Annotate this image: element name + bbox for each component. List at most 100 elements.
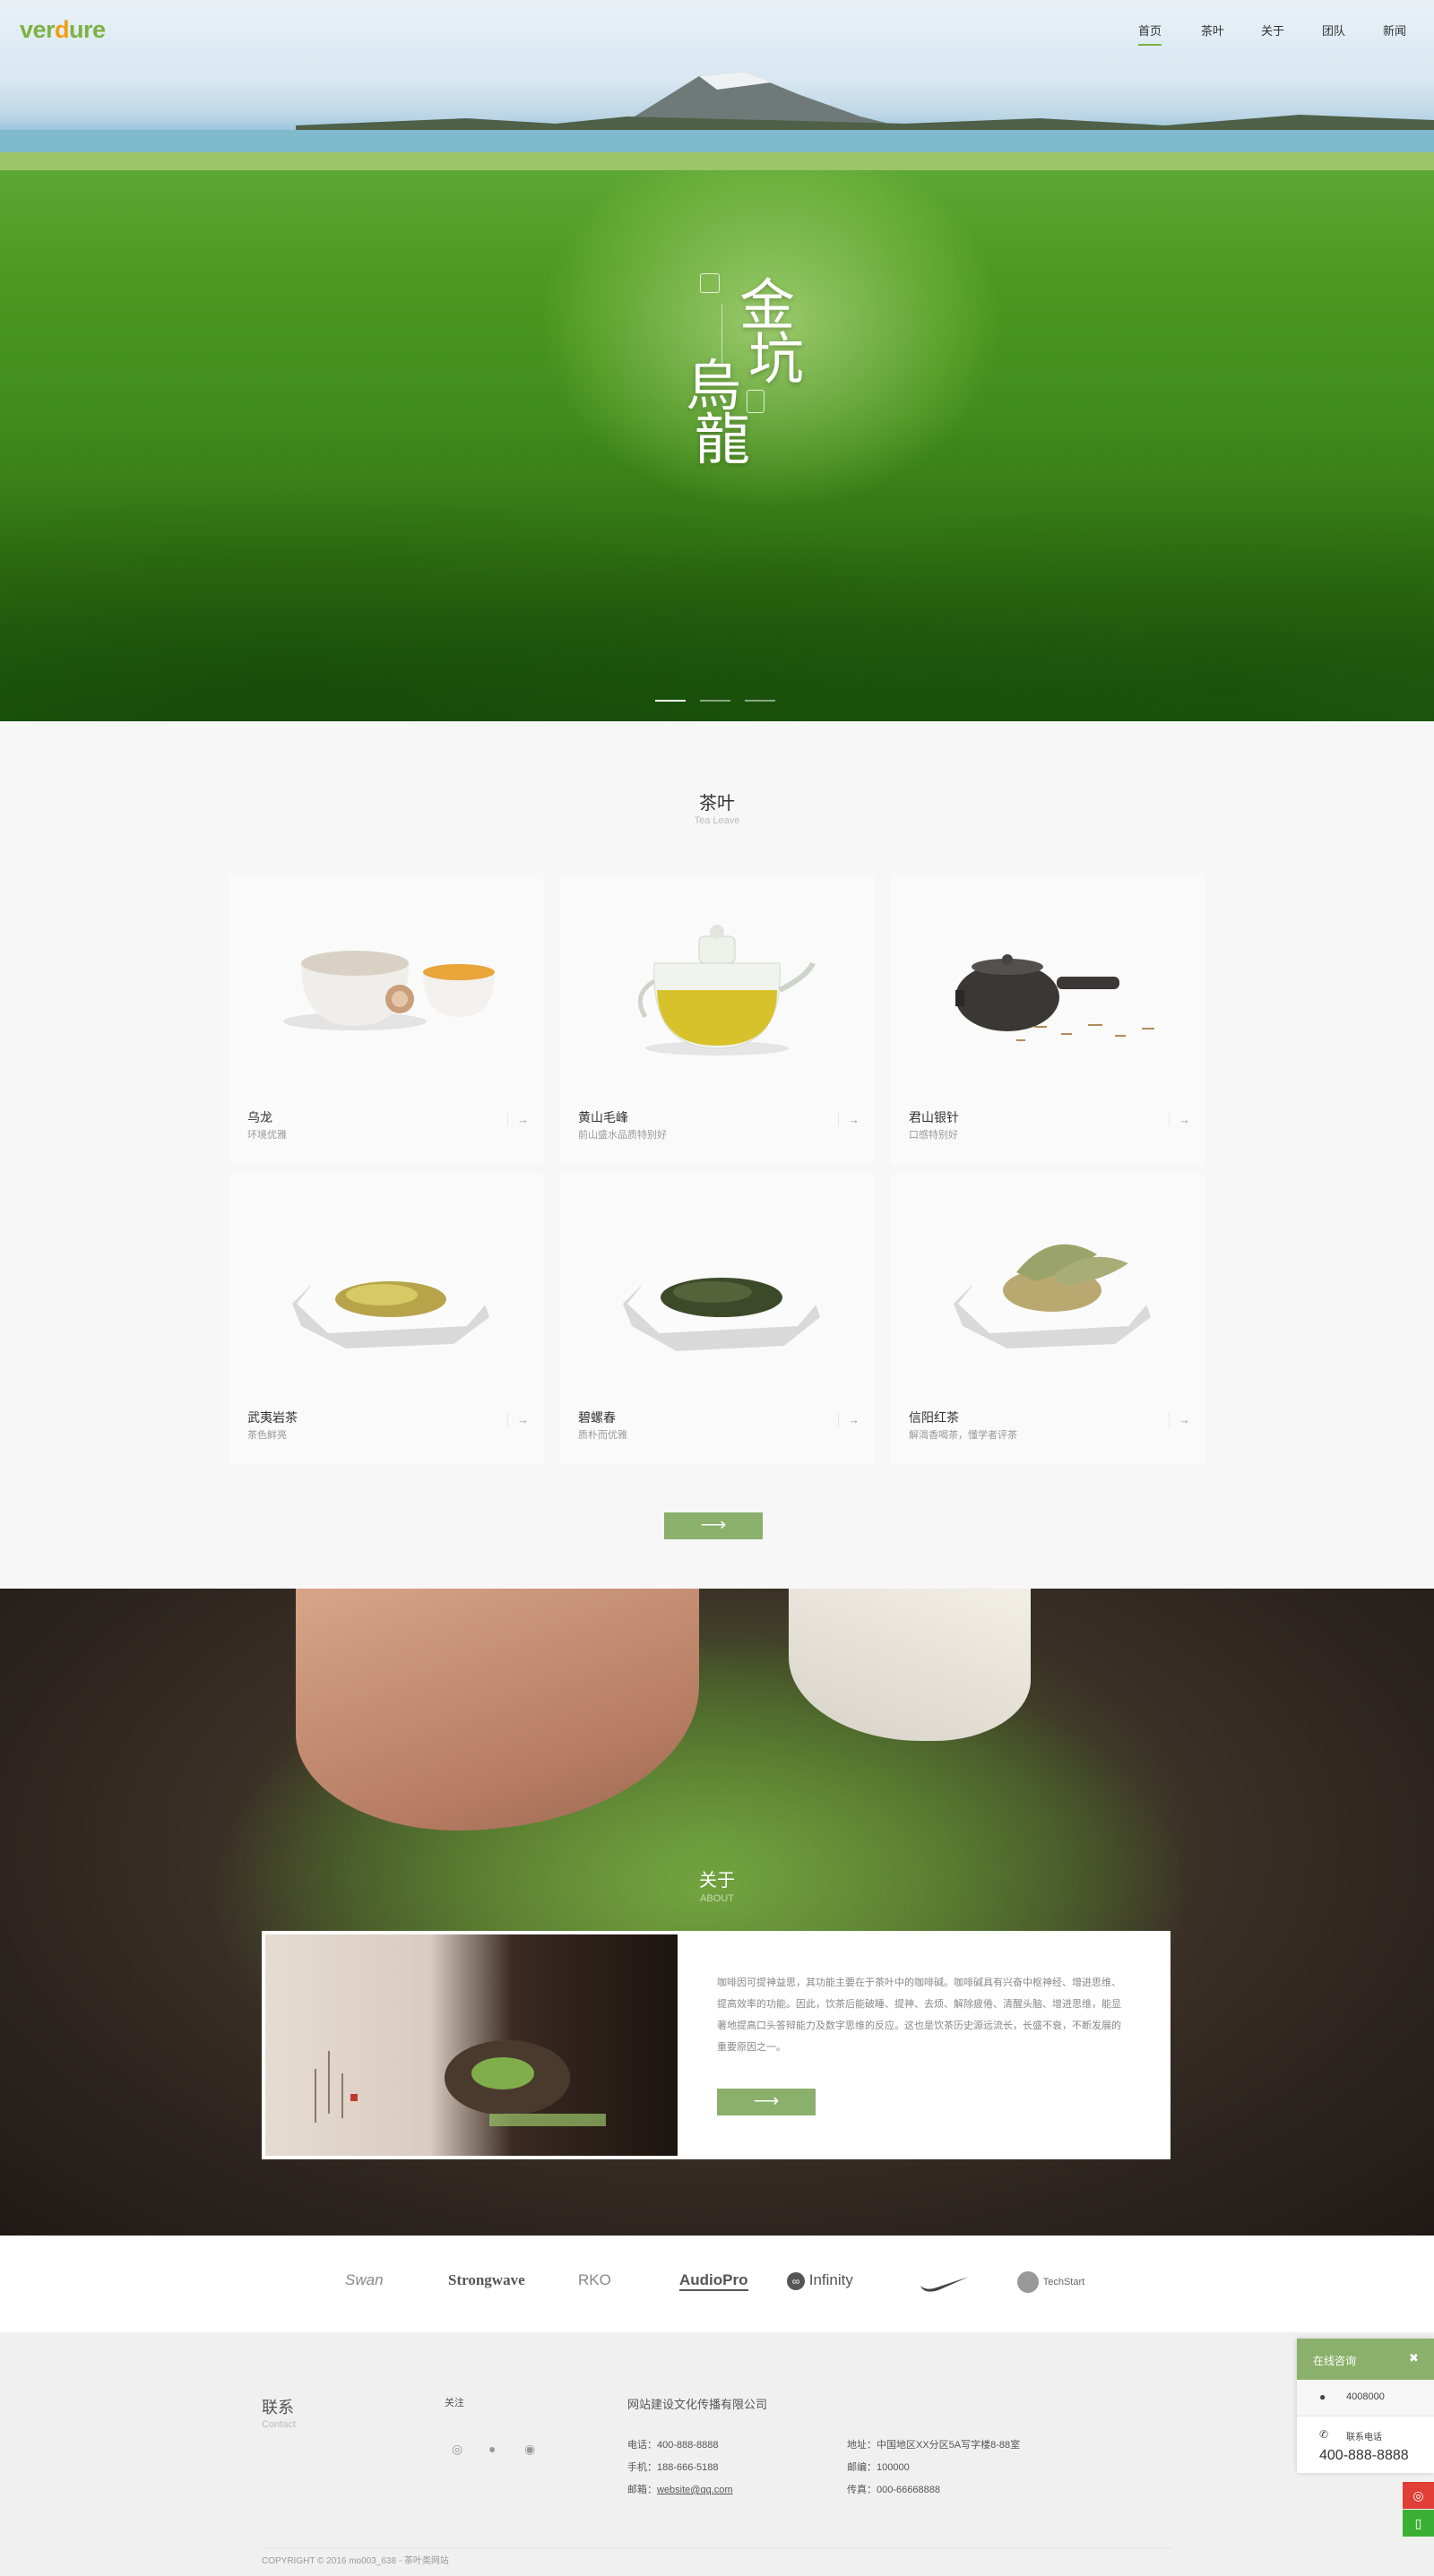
footer-phone: 电话：400-888-8888 xyxy=(627,2440,719,2451)
footer-address: 地址：中国地区XX分区5A写字楼8-88室 xyxy=(847,2440,1021,2451)
hero-banner: verdure 首页 茶叶 关于 团队 新闻 金 坑 烏 龍 xyxy=(0,0,1434,721)
footer-mobile: 手机：188-666-5188 xyxy=(627,2462,719,2473)
copyright: COPYRIGHT © 2016 mo003_638 - 茶叶类网站 xyxy=(262,2556,449,2566)
logo-text-b: d xyxy=(55,16,70,43)
arrow-right-icon[interactable]: → xyxy=(838,1413,864,1426)
nav-team[interactable]: 团队 xyxy=(1322,22,1345,39)
tea-name: 信阳红茶 xyxy=(909,1410,959,1425)
arrow-right-icon[interactable]: → xyxy=(1169,1113,1195,1126)
arrow-right-icon[interactable]: → xyxy=(1169,1413,1195,1426)
about-more-button[interactable]: ⟶ xyxy=(717,2089,816,2115)
techstart-icon xyxy=(1017,2271,1039,2293)
section-title-tea: 茶叶 xyxy=(699,794,735,814)
tea-desc: 质朴而优雅 xyxy=(578,1430,627,1441)
logo-text-a: ver xyxy=(20,16,56,43)
hero-foreground-leaves xyxy=(0,430,1434,721)
tea-desc: 茶色鲜亮 xyxy=(247,1430,287,1441)
section-subtitle-tea: Tea Leave xyxy=(694,815,740,826)
footer-contact-subtitle: Contact xyxy=(262,2419,296,2430)
partner-logo-infinity[interactable]: ∞ Infinity xyxy=(787,2271,853,2290)
more-tea-button[interactable]: ⟶ xyxy=(664,1512,763,1539)
nav-about[interactable]: 关于 xyxy=(1261,22,1284,39)
arrow-right-icon[interactable]: → xyxy=(507,1413,533,1426)
close-icon[interactable]: ✖ xyxy=(1409,2351,1419,2365)
hero-calligraphy: 金 坑 烏 龍 xyxy=(677,269,805,468)
partner-logo-swan[interactable]: Swan xyxy=(345,2271,384,2289)
tea-name: 黄山毛峰 xyxy=(578,1110,628,1124)
slider-dot-3[interactable] xyxy=(745,700,775,702)
black-tea-plate-image xyxy=(954,1244,1155,1348)
tea-card[interactable]: 武夷岩茶 茶色鲜亮 → xyxy=(229,1174,543,1465)
about-description: 咖啡因可提神益思，其功能主要在于茶叶中的咖啡碱。咖啡碱具有兴奋中枢神经、增进思维… xyxy=(717,1977,1121,2053)
clay-teapot-image xyxy=(955,954,1154,1041)
footer-divider xyxy=(262,2547,1172,2548)
tea-card[interactable]: 碧螺春 质朴而优雅 → xyxy=(560,1174,874,1465)
tea-name: 君山银针 xyxy=(909,1110,959,1124)
slider-dot-2[interactable] xyxy=(700,700,730,702)
arrow-right-icon[interactable]: → xyxy=(838,1113,864,1126)
partner-logo-audiopro[interactable]: AudioPro xyxy=(679,2271,748,2291)
nav-news[interactable]: 新闻 xyxy=(1383,22,1406,39)
weibo-icon[interactable]: ◎ xyxy=(452,2442,462,2457)
tea-card[interactable]: 信阳红茶 解渴香喝茶，懂学者评茶 → xyxy=(891,1174,1205,1465)
tea-desc: 解渴香喝茶，懂学者评茶 xyxy=(909,1430,1017,1441)
tea-name: 乌龙 xyxy=(247,1110,272,1124)
chat-qq-number: 4008000 xyxy=(1346,2391,1385,2402)
chat-hotline-number: 400-888-8888 xyxy=(1319,2448,1409,2463)
chat-header: 在线咨询 ✖ xyxy=(1297,2339,1434,2380)
partner-logo-techstart[interactable]: TechStart xyxy=(1017,2271,1084,2293)
wechat-icon[interactable]: ◉ xyxy=(524,2442,535,2457)
qq-icon: ● xyxy=(1319,2391,1326,2403)
mobile-side-icon[interactable]: ▯ xyxy=(1403,2510,1434,2537)
nike-swoosh-logo[interactable] xyxy=(919,2273,971,2293)
nav-tea[interactable]: 茶叶 xyxy=(1201,22,1224,39)
footer-email: 邮箱：website@qq.com xyxy=(627,2482,733,2496)
qq-icon[interactable]: ● xyxy=(488,2442,496,2456)
online-chat-widget: 在线咨询 ✖ ● 4008000 ✆ 联系电话 400-888-8888 xyxy=(1297,2339,1434,2473)
hero-mountain-lake xyxy=(0,72,1434,170)
site-logo[interactable]: verdure xyxy=(20,16,106,44)
tea-card[interactable]: 乌龙 环境优雅 → xyxy=(229,874,543,1165)
partner-name: TechStart xyxy=(1042,2277,1085,2287)
tea-card[interactable]: 君山银针 口感特别好 → xyxy=(891,874,1205,1165)
oolong-cups-image xyxy=(283,951,495,1030)
chat-qq-row[interactable]: ● 4008000 xyxy=(1297,2380,1434,2417)
biluochun-plate-image xyxy=(623,1277,825,1351)
seal-mark xyxy=(747,390,765,413)
tea-scoop-image xyxy=(315,2040,606,2126)
section-subtitle-about: ABOUT xyxy=(700,1893,734,1904)
calligraphy-char: 龍 xyxy=(695,407,751,472)
tea-desc: 前山盛水品质特别好 xyxy=(578,1130,667,1141)
section-title-about: 关于 xyxy=(699,1871,735,1891)
tea-name: 武夷岩茶 xyxy=(247,1410,298,1425)
partners-strip: Swan Strongwave RKO AudioPro ∞ Infinity … xyxy=(0,2236,1434,2332)
footer: 联系 Contact 关注 ◎ ● ◉ 网站建设文化传播有限公司 电话：400-… xyxy=(0,2332,1434,2576)
footer-follow-title: 关注 xyxy=(445,2398,464,2408)
infinity-icon: ∞ xyxy=(787,2272,805,2290)
partner-logo-rko[interactable]: RKO xyxy=(578,2271,611,2289)
footer-company-name: 网站建设文化传播有限公司 xyxy=(627,2398,768,2411)
slider-dot-1[interactable] xyxy=(655,700,686,702)
calligraphy-char: 坑 xyxy=(748,326,805,392)
seal-mark xyxy=(700,273,720,293)
tea-name: 碧螺春 xyxy=(578,1410,616,1425)
partner-logo-strongwave[interactable]: Strongwave xyxy=(448,2271,525,2289)
calligraphy-char: 烏 xyxy=(686,353,742,418)
partner-name: Infinity xyxy=(808,2271,853,2288)
tea-desc: 口感特别好 xyxy=(909,1130,958,1141)
about-tea-image xyxy=(265,1934,678,2156)
tea-card[interactable]: 黄山毛峰 前山盛水品质特别好 → xyxy=(560,874,874,1165)
about-card: 咖啡因可提神益思，其功能主要在于茶叶中的咖啡碱。咖啡碱具有兴奋中枢神经、增进思维… xyxy=(262,1931,1171,2159)
calligraphy-char: 金 xyxy=(739,272,796,338)
footer-postcode: 邮编：100000 xyxy=(847,2462,910,2473)
nav-home[interactable]: 首页 xyxy=(1138,22,1162,46)
chat-title: 在线咨询 xyxy=(1313,2355,1357,2367)
chat-hotline-label: 联系电话 xyxy=(1346,2433,1382,2442)
weibo-side-icon[interactable]: ◎ xyxy=(1403,2482,1434,2509)
email-link[interactable]: website@qq.com xyxy=(657,2485,733,2495)
footer-contact-title: 联系 xyxy=(262,2399,294,2417)
arrow-right-icon[interactable]: → xyxy=(507,1113,533,1126)
phone-icon: ✆ xyxy=(1319,2428,1329,2441)
footer-fax: 传真：000-66668888 xyxy=(847,2485,940,2495)
tea-desc: 环境优雅 xyxy=(247,1130,287,1141)
